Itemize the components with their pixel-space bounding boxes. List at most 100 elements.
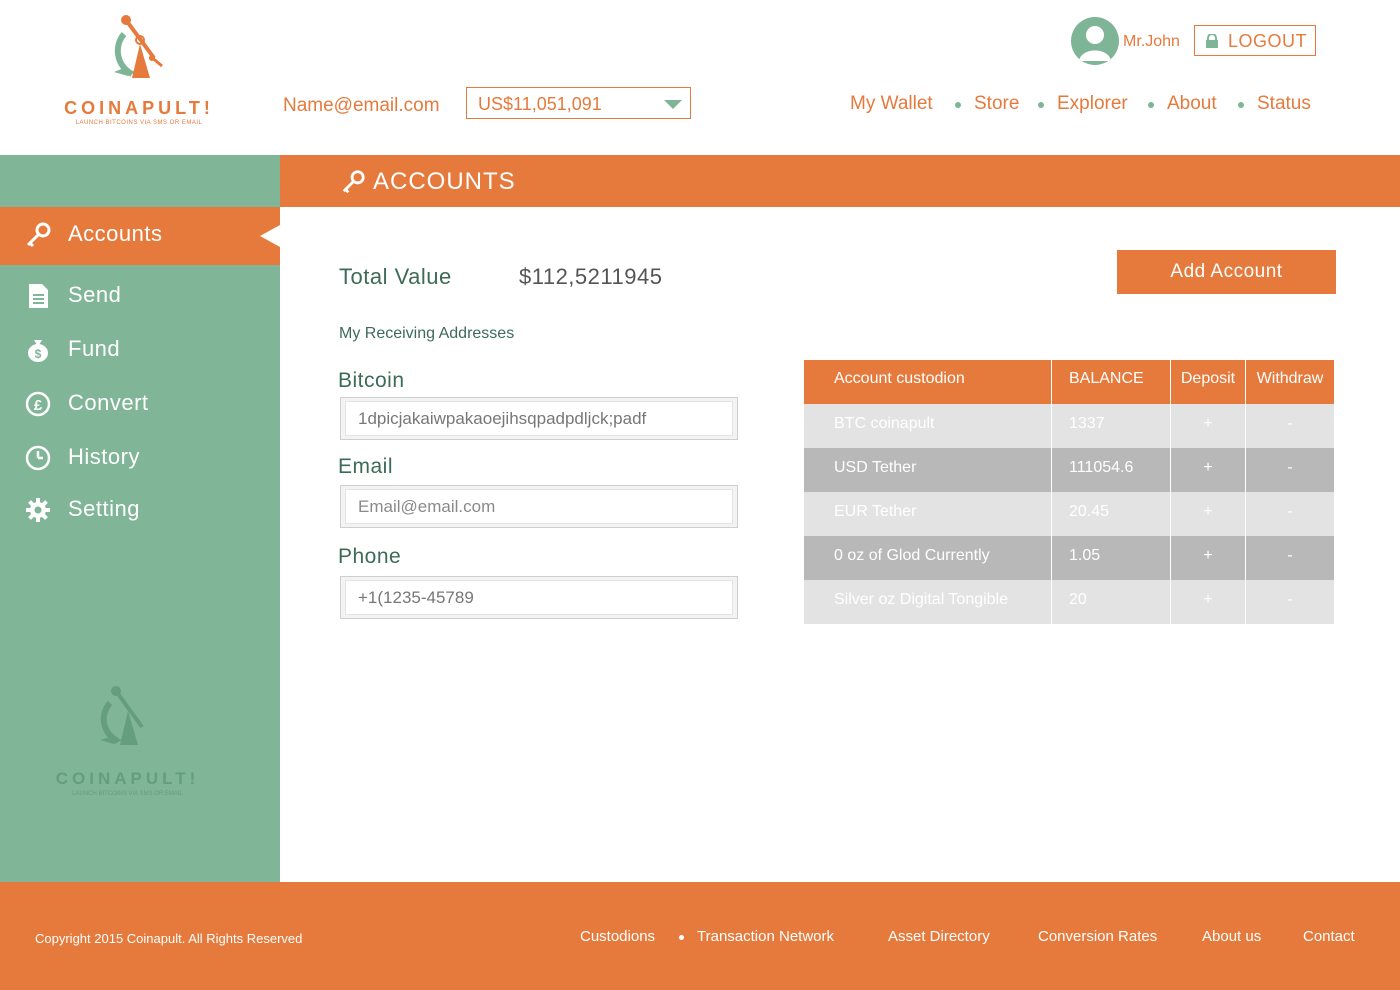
coinapult-logo[interactable]: COINAPULT! LAUNCH BITCOINS VIA SMS OR EM…	[58, 12, 220, 132]
column-header-withdraw: Withdraw	[1245, 360, 1334, 404]
custodian-cell: USD Tether	[834, 459, 917, 476]
footer-link-conversion-rates[interactable]: Conversion Rates	[1038, 928, 1157, 945]
sidebar-item-label: Accounts	[68, 221, 163, 246]
footer-link-about-us[interactable]: About us	[1202, 928, 1261, 945]
balance-cell: 1.05	[1051, 536, 1170, 580]
footer-link-custodions[interactable]: Custodions	[580, 928, 655, 945]
logout-label: LOGOUT	[1228, 31, 1308, 51]
currency-exchange-icon: £	[25, 391, 51, 417]
withdraw-button[interactable]: -	[1245, 536, 1334, 580]
user-email: Name@email.com	[283, 95, 440, 116]
receiving-addresses-title: My Receiving Addresses	[339, 325, 515, 342]
withdraw-button[interactable]: -	[1245, 492, 1334, 536]
header: COINAPULT! LAUNCH BITCOINS VIA SMS OR EM…	[0, 0, 1400, 155]
sidebar-item-history[interactable]: History	[0, 430, 280, 482]
nav-separator	[1038, 102, 1044, 108]
table-header-row: Account custodion BALANCE Deposit Withdr…	[804, 360, 1334, 404]
sidebar-watermark-logo: COINAPULT! LAUNCH BITCOINS VIA SMS OR EM…	[50, 685, 205, 805]
chevron-down-icon	[664, 100, 682, 109]
deposit-button[interactable]: +	[1170, 404, 1245, 448]
nav-my-wallet[interactable]: My Wallet	[850, 93, 933, 115]
balance-selected-value: US$11,051,091	[478, 94, 602, 114]
phone-label: Phone	[338, 545, 402, 568]
balance-cell: 1337	[1051, 404, 1170, 448]
key-icon	[342, 170, 365, 194]
table-row: 0 oz of Glod Currently 1.05 + -	[804, 536, 1334, 580]
sidebar-item-label: History	[68, 444, 140, 469]
logo-tagline: LAUNCH BITCOINS VIA SMS OR EMAIL	[75, 120, 203, 126]
add-account-button[interactable]: Add Account	[1117, 250, 1336, 294]
nav-about[interactable]: About	[1167, 93, 1217, 115]
withdraw-button[interactable]: -	[1245, 580, 1334, 624]
custodian-cell: Silver oz Digital Tongible	[834, 591, 1009, 608]
balance-cell: 20	[1051, 580, 1170, 624]
sidebar-item-accounts[interactable]: Accounts	[0, 207, 280, 265]
sidebar-item-label: Setting	[68, 496, 140, 521]
phone-field[interactable]	[345, 580, 733, 615]
lock-icon	[1206, 34, 1218, 48]
deposit-button[interactable]: +	[1170, 580, 1245, 624]
bitcoin-address-field[interactable]	[345, 401, 733, 436]
nav-store[interactable]: Store	[974, 93, 1019, 115]
active-indicator	[260, 225, 280, 247]
svg-text:£: £	[34, 397, 43, 414]
sidebar-item-fund[interactable]: $ Fund	[0, 322, 280, 374]
key-icon	[26, 222, 51, 248]
balance-dropdown[interactable]: US$11,051,091	[466, 87, 691, 119]
table-row: USD Tether 111054.6 + -	[804, 448, 1334, 492]
gear-icon	[26, 498, 50, 522]
footer-separator	[679, 935, 684, 940]
total-value-label: Total Value	[339, 264, 452, 289]
sidebar: Accounts Send $ Fund £ Convert History S…	[0, 155, 280, 882]
section-header: ACCOUNTS	[280, 155, 1400, 207]
column-header-deposit: Deposit	[1170, 360, 1245, 404]
email-field[interactable]	[345, 489, 733, 524]
nav-separator	[955, 102, 961, 108]
column-header-balance: BALANCE	[1051, 360, 1170, 404]
sidebar-item-label: Fund	[68, 336, 121, 361]
page-title: ACCOUNTS	[373, 168, 516, 195]
nav-explorer[interactable]: Explorer	[1057, 93, 1128, 115]
logo-wordmark: COINAPULT!	[64, 98, 214, 118]
footer: Copyright 2015 Coinapult. All Rights Res…	[0, 882, 1400, 990]
logout-button[interactable]: LOGOUT	[1194, 25, 1316, 56]
deposit-button[interactable]: +	[1170, 492, 1245, 536]
balance-cell: 111054.6	[1051, 448, 1170, 492]
catapult-logo-icon	[100, 686, 144, 745]
table-row: EUR Tether 20.45 + -	[804, 492, 1334, 536]
bitcoin-label: Bitcoin	[338, 369, 405, 392]
sidebar-item-setting[interactable]: Setting	[0, 482, 280, 534]
custodian-cell: BTC coinapult	[834, 415, 935, 432]
copyright-text: Copyright 2015 Coinapult. All Rights Res…	[35, 931, 303, 946]
withdraw-button[interactable]: -	[1245, 448, 1334, 492]
withdraw-button[interactable]: -	[1245, 404, 1334, 448]
sidebar-item-label: Convert	[68, 390, 149, 415]
custodian-cell: EUR Tether	[834, 503, 917, 520]
avatar[interactable]	[1071, 17, 1119, 65]
table-row: BTC coinapult 1337 + -	[804, 404, 1334, 448]
sidebar-item-convert[interactable]: £ Convert	[0, 376, 280, 428]
user-silhouette-icon	[1079, 26, 1111, 61]
column-header-custodian: Account custodion	[834, 370, 965, 387]
bitcoin-field-frame	[340, 397, 738, 440]
deposit-button[interactable]: +	[1170, 448, 1245, 492]
sidebar-item-label: Send	[68, 282, 122, 307]
user-name[interactable]: Mr.John	[1123, 33, 1180, 51]
total-value-amount: $112,5211945	[519, 264, 663, 289]
sidebar-item-send[interactable]: Send	[0, 268, 280, 320]
email-label: Email	[338, 455, 394, 478]
logo-wordmark: COINAPULT!	[55, 769, 200, 788]
clock-icon	[25, 445, 51, 471]
money-bag-icon: $	[28, 340, 48, 362]
balance-cell: 20.45	[1051, 492, 1170, 536]
deposit-button[interactable]: +	[1170, 536, 1245, 580]
logo-tagline: LAUNCH BITCOINS VIA SMS OR EMAIL	[72, 791, 183, 797]
nav-separator	[1148, 102, 1154, 108]
custodian-cell: 0 oz of Glod Currently	[834, 547, 990, 564]
footer-link-asset-directory[interactable]: Asset Directory	[888, 928, 990, 945]
nav-status[interactable]: Status	[1257, 93, 1311, 115]
document-icon	[29, 284, 48, 308]
email-field-frame	[340, 485, 738, 528]
footer-link-transaction-network[interactable]: Transaction Network	[697, 928, 834, 945]
footer-link-contact[interactable]: Contact	[1303, 928, 1355, 945]
